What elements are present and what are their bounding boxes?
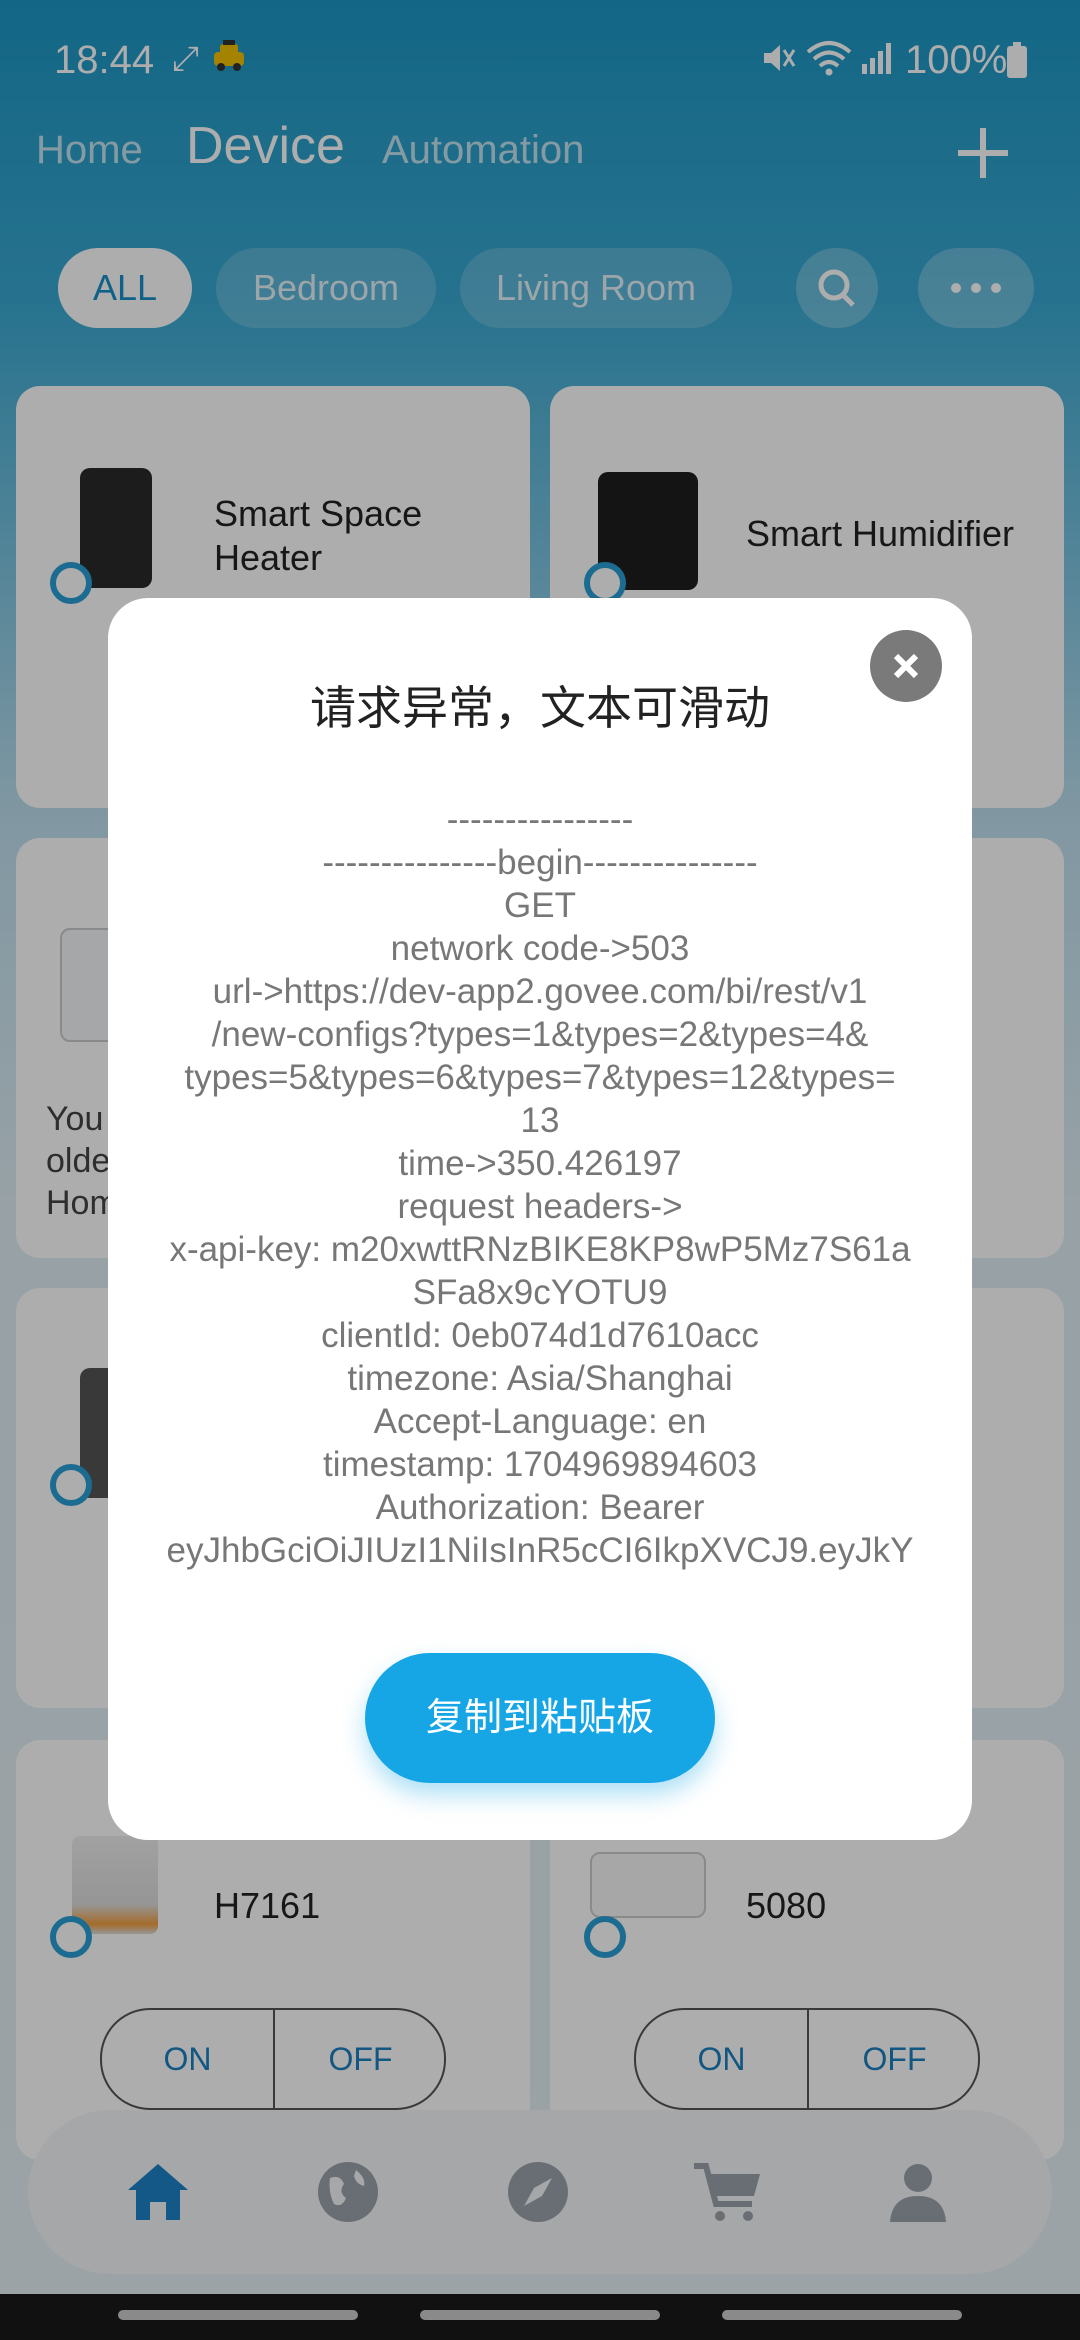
- log-line: clientId: 0eb074d1d7610acc: [321, 1316, 759, 1355]
- recents-gesture[interactable]: [118, 2310, 358, 2320]
- back-gesture[interactable]: [722, 2310, 962, 2320]
- error-log-text[interactable]: ---------------- ---------------begin---…: [148, 798, 932, 1572]
- system-nav-bar: [0, 2294, 1080, 2340]
- log-line: ---------------begin---------------: [322, 843, 758, 882]
- log-line: network code->503: [390, 929, 690, 968]
- home-gesture[interactable]: [420, 2310, 660, 2320]
- log-line: 13: [520, 1101, 560, 1140]
- log-line: request headers->: [397, 1187, 683, 1226]
- log-line: ----------------: [446, 800, 634, 839]
- log-line: /new-configs?types=1&types=2&types=4&: [211, 1015, 869, 1054]
- log-line: types=5&types=6&types=7&types=12&types=: [184, 1058, 896, 1097]
- log-line: timestamp: 1704969894603: [323, 1445, 757, 1484]
- log-line: SFa8x9cYOTU9: [412, 1273, 668, 1312]
- close-icon: [893, 653, 919, 679]
- log-line: Accept-Language: en: [373, 1402, 707, 1441]
- copy-to-clipboard-button[interactable]: 复制到粘贴板: [365, 1653, 715, 1783]
- error-dialog: 请求异常，文本可滑动 ---------------- ------------…: [108, 598, 972, 1840]
- log-line: Authorization: Bearer: [375, 1488, 705, 1527]
- log-line: x-api-key: m20xwttRNzBIKE8KP8wP5Mz7S61a: [169, 1230, 911, 1269]
- close-button[interactable]: [870, 630, 942, 702]
- log-line: eyJhbGciOiJIUzI1NiIsInR5cCI6IkpXVCJ9.eyJ…: [166, 1531, 914, 1570]
- log-line: GET: [504, 886, 576, 925]
- log-line: timezone: Asia/Shanghai: [347, 1359, 733, 1398]
- dialog-title: 请求异常，文本可滑动: [310, 682, 770, 734]
- log-line: url->https://dev-app2.govee.com/bi/rest/…: [212, 972, 868, 1011]
- log-line: time->350.426197: [398, 1144, 682, 1183]
